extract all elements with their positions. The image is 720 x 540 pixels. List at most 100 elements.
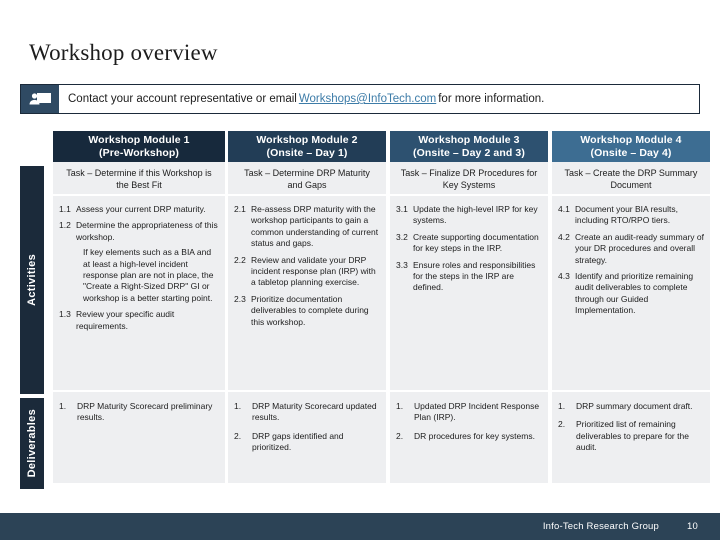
list-item-text: Updated DRP Incident Response Plan (IRP)… <box>414 401 540 423</box>
row-label-deliverables-text: Deliverables <box>26 409 38 478</box>
list-item: 1. Updated DRP Incident Response Plan (IR… <box>396 401 540 424</box>
contact-text-after: for more information. <box>438 93 545 105</box>
module-column-2: Workshop Module 2 (Onsite – Day 1) Task … <box>228 131 386 483</box>
list-item: 1. DRP summary document draft. <box>558 401 702 412</box>
module-4-header-line1: Workshop Module 4 <box>580 133 682 146</box>
module-3-header: Workshop Module 3 (Onsite – Day 2 and 3) <box>390 131 548 162</box>
list-item-number: 2. <box>396 430 404 441</box>
module-2-deliverables-list: 1. DRP Maturity Scorecard updated results… <box>234 401 378 454</box>
list-item-number: 2. <box>558 419 566 430</box>
module-2-header-line1: Workshop Module 2 <box>256 133 358 146</box>
list-item-text: DRP Maturity Scorecard preliminary resul… <box>77 401 213 423</box>
module-1-activities: 1.1 Assess your current DRP maturity. 1.2 D… <box>53 196 225 392</box>
list-item-text: Prioritize documentation deliverables to… <box>251 293 369 327</box>
list-item: If key elements such as a BIA and at lea… <box>59 247 219 304</box>
contact-banner-text: Contact your account representative or e… <box>59 85 699 113</box>
list-item-number: 2.1 <box>234 204 246 214</box>
module-3-header-line1: Workshop Module 3 <box>418 133 520 146</box>
list-item-number: 3.3 <box>396 259 408 270</box>
list-item: 1. DRP Maturity Scorecard preliminary res… <box>59 401 217 424</box>
module-2-activities: 2.1 Re-assess DRP maturity with the works… <box>228 196 386 392</box>
workshop-modules-matrix: Activities Deliverables Workshop Module … <box>20 131 710 489</box>
list-item: 4.3 Identify and prioritize remaining aud… <box>558 271 704 317</box>
list-item: 2.2 Review and validate your DRP incident… <box>234 255 380 289</box>
list-item-text: Create supporting documentation for key … <box>413 231 539 254</box>
list-item-number: 3.2 <box>396 231 408 242</box>
slide-footer: Info-Tech Research Group 10 <box>0 513 720 540</box>
footer-brand: Info-Tech Research Group <box>542 521 660 532</box>
list-item-text: Assess your current DRP maturity. <box>76 204 206 214</box>
module-3-task: Task – Finalize DR Procedures for Key Sy… <box>390 162 548 196</box>
footer-page-number: 10 <box>687 521 698 532</box>
row-label-activities-text: Activities <box>26 254 38 306</box>
list-item-text: DRP gaps identified and prioritized. <box>252 430 344 453</box>
module-3-deliverables-list: 1. Updated DRP Incident Response Plan (IR… <box>396 401 540 442</box>
module-4-header-line2: (Onsite – Day 4) <box>590 146 672 159</box>
contact-card-icon <box>21 85 59 113</box>
list-item-number: 4.3 <box>558 271 570 282</box>
module-1-header-line1: Workshop Module 1 <box>88 133 190 146</box>
module-2-task: Task – Determine DRP Maturity and Gaps <box>228 162 386 196</box>
list-item-number: 2.2 <box>234 254 246 265</box>
list-item: 4.1 Document your BIA results, including … <box>558 204 704 227</box>
list-item-number: 1. <box>59 401 67 411</box>
module-4-header: Workshop Module 4 (Onsite – Day 4) <box>552 131 710 162</box>
list-item-number: 2. <box>234 430 242 441</box>
list-item-text: Review and validate your DRP incident re… <box>251 254 376 288</box>
module-2-header: Workshop Module 2 (Onsite – Day 1) <box>228 131 386 162</box>
list-item-number: 1. <box>396 401 404 411</box>
module-3-activities: 3.1 Update the high-level IRP for key sys… <box>390 196 548 392</box>
module-column-3: Workshop Module 3 (Onsite – Day 2 and 3)… <box>390 131 548 483</box>
list-item-text: Update the high-level IRP for key system… <box>413 204 538 226</box>
module-4-deliverables: 1. DRP summary document draft. 2. Prioritiz… <box>552 392 710 483</box>
list-item-number: 4.2 <box>558 231 570 242</box>
module-4-deliverables-list: 1. DRP summary document draft. 2. Prioritiz… <box>558 401 702 454</box>
list-item-text: Review your specific audit requirements. <box>76 309 175 331</box>
list-item-number <box>59 247 76 304</box>
list-item-text: Identify and prioritize remaining audit … <box>575 271 694 316</box>
list-item-number: 2.3 <box>234 293 246 304</box>
list-item: 3.1 Update the high-level IRP for key sys… <box>396 204 542 227</box>
list-item-number: 3.1 <box>396 204 408 214</box>
module-2-deliverables: 1. DRP Maturity Scorecard updated results… <box>228 392 386 483</box>
module-4-activities: 4.1 Document your BIA results, including … <box>552 196 710 392</box>
list-item: 2. DR procedures for key systems. <box>396 431 540 442</box>
list-item-number: 1.3 <box>59 309 71 320</box>
module-3-deliverables: 1. Updated DRP Incident Response Plan (IR… <box>390 392 548 483</box>
list-item: 4.2 Create an audit-ready summary of your… <box>558 232 704 266</box>
list-item: 2.1 Re-assess DRP maturity with the works… <box>234 204 380 250</box>
module-2-activities-list: 2.1 Re-assess DRP maturity with the works… <box>234 204 380 328</box>
module-1-header-line2: (Pre-Workshop) <box>99 146 179 159</box>
list-item: 1.3 Review your specific audit requiremen… <box>59 309 219 332</box>
list-item: 1.2 Determine the appropriateness of this… <box>59 220 219 243</box>
list-item-text: Ensure roles and responsibilities for th… <box>413 259 536 293</box>
row-label-deliverables: Deliverables <box>20 398 44 489</box>
module-1-header: Workshop Module 1 (Pre-Workshop) <box>53 131 225 162</box>
list-item-text: Document your BIA results, including RTO… <box>575 204 678 226</box>
list-item-text: Prioritized list of remaining deliverabl… <box>576 419 689 453</box>
list-item-number: 1.2 <box>59 220 71 231</box>
list-item-number: 1. <box>558 401 566 411</box>
list-item-text: DR procedures for key systems. <box>414 430 535 441</box>
module-1-deliverables-list: 1. DRP Maturity Scorecard preliminary res… <box>59 401 217 424</box>
contact-email-link[interactable]: Workshops@InfoTech.com <box>299 93 436 105</box>
module-1-activities-list: 1.1 Assess your current DRP maturity. 1.2 D… <box>59 204 219 332</box>
list-item: 3.3 Ensure roles and responsibilities for… <box>396 260 542 294</box>
contact-text-before: Contact your account representative or e… <box>68 93 297 105</box>
list-item: 3.2 Create supporting documentation for k… <box>396 232 542 255</box>
list-item: 2. Prioritized list of remaining delivera… <box>558 419 702 453</box>
list-item: 2.3 Prioritize documentation deliverables… <box>234 294 380 328</box>
module-2-header-line2: (Onsite – Day 1) <box>266 146 348 159</box>
contact-banner: Contact your account representative or e… <box>20 84 700 114</box>
list-item-text: Create an audit-ready summary of your DR… <box>575 231 704 265</box>
list-item: 2. DRP gaps identified and prioritized. <box>234 431 378 454</box>
list-item-number: 1.1 <box>59 204 71 214</box>
list-item-number: 1. <box>234 401 242 411</box>
page-title: Workshop overview <box>29 40 218 65</box>
module-column-1: Workshop Module 1 (Pre-Workshop) Task – … <box>53 131 225 483</box>
list-item-text: DRP Maturity Scorecard updated results. <box>252 401 377 423</box>
list-item: 1.1 Assess your current DRP maturity. <box>59 204 219 215</box>
list-item-text: Re-assess DRP maturity with the workshop… <box>251 204 379 249</box>
module-4-task: Task – Create the DRP Summary Document <box>552 162 710 196</box>
module-1-task: Task – Determine if this Workshop is the… <box>53 162 225 196</box>
